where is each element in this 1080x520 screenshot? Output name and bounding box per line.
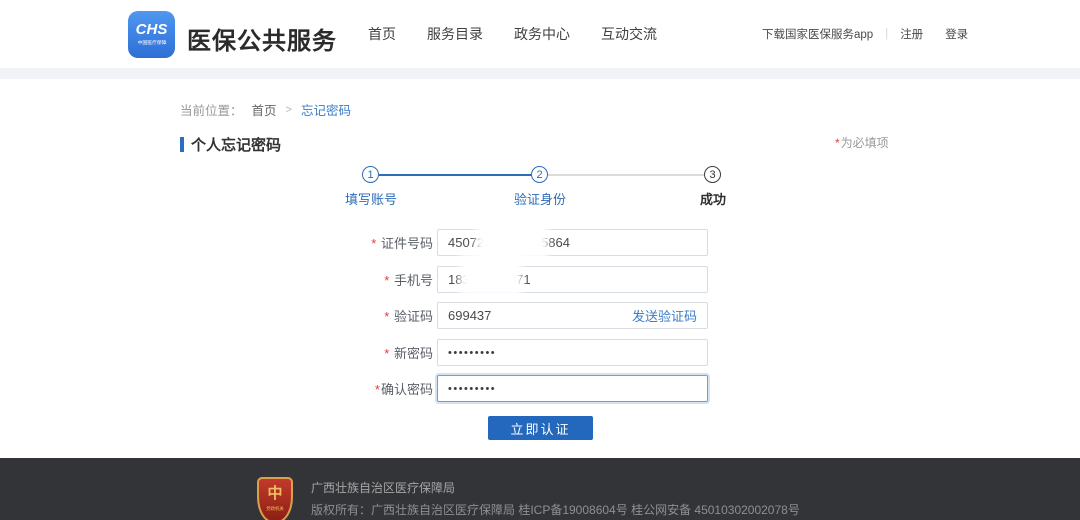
- required-star: *: [384, 309, 389, 324]
- new-password-label: * 新密码: [300, 343, 433, 362]
- required-star: *: [384, 346, 389, 361]
- step-1-circle: 1: [362, 166, 379, 183]
- nav-item-service-catalog[interactable]: 服务目录: [427, 24, 483, 44]
- id-number-input[interactable]: 450721 3145864: [437, 229, 708, 256]
- brand-title: 医保公共服务: [187, 21, 337, 56]
- header: CHS 中国医疗保障 医保公共服务 首页 服务目录 政务中心 互动交流 下载国家…: [0, 0, 1080, 68]
- verify-now-button[interactable]: 立即认证: [488, 416, 593, 440]
- breadcrumb-current: 忘记密码: [301, 100, 351, 119]
- download-app-link[interactable]: 下载国家医保服务app: [762, 26, 873, 42]
- header-links: 下载国家医保服务app | 注册 登录: [762, 0, 968, 68]
- step-connector-done: [379, 174, 532, 176]
- breadcrumb-separator: >: [286, 104, 292, 116]
- verify-code-input[interactable]: 699437 发送验证码: [437, 302, 708, 329]
- link-divider: |: [885, 28, 888, 40]
- chs-logo[interactable]: CHS 中国医疗保障: [128, 11, 175, 58]
- form-row-id-number: * 证件号码 450721 3145864: [300, 229, 708, 256]
- footer: 中 党政机关 广西壮族自治区医疗保障局 版权所有：广西壮族自治区医疗保障局 桂I…: [0, 458, 1080, 520]
- breadcrumb-prefix: 当前位置：: [180, 100, 243, 119]
- step-1-label: 填写账号: [321, 189, 421, 208]
- new-password-mask: •••••••••: [448, 347, 496, 359]
- nav-item-home[interactable]: 首页: [368, 24, 396, 44]
- footer-copyright: 版权所有：广西壮族自治区医疗保障局 桂ICP备19008604号 桂公网安备 4…: [311, 501, 800, 518]
- page-title: 个人忘记密码: [191, 134, 281, 155]
- nav-item-interaction[interactable]: 互动交流: [601, 24, 657, 44]
- logo-text: CHS: [136, 22, 168, 37]
- form-row-phone: * 手机号 183 2371: [300, 266, 708, 293]
- phone-suffix: 2371: [502, 272, 531, 287]
- required-star: *: [375, 382, 380, 397]
- form-row-new-password: * 新密码 •••••••••: [300, 339, 708, 366]
- breadcrumb: 当前位置： 首页 > 忘记密码: [180, 100, 351, 119]
- confirm-password-label: *确认密码: [300, 379, 433, 398]
- send-code-link[interactable]: 发送验证码: [632, 303, 697, 328]
- phone-label: * 手机号: [300, 270, 433, 289]
- page: CHS 中国医疗保障 医保公共服务 首页 服务目录 政务中心 互动交流 下载国家…: [0, 0, 1080, 520]
- step-connector-pending: [548, 174, 705, 176]
- gov-agency-badge-icon[interactable]: 中 党政机关: [257, 477, 293, 520]
- verify-code-value: 699437: [448, 308, 491, 323]
- id-number-label: * 证件号码: [300, 233, 433, 252]
- form-row-verify-code: * 验证码 699437 发送验证码: [300, 302, 708, 329]
- header-separator-band: [0, 68, 1080, 79]
- badge-emblem: 中: [267, 487, 282, 502]
- step-2-label: 验证身份: [490, 189, 590, 208]
- verify-code-label: * 验证码: [300, 306, 433, 325]
- phone-prefix: 183: [448, 272, 470, 287]
- login-link[interactable]: 登录: [945, 26, 968, 42]
- footer-org-name: 广西壮族自治区医疗保障局: [311, 479, 455, 496]
- phone-input[interactable]: 183 2371: [437, 266, 708, 293]
- main-nav: 首页 服务目录 政务中心 互动交流: [368, 0, 657, 68]
- breadcrumb-home[interactable]: 首页: [252, 100, 277, 119]
- id-number-suffix: 3145864: [519, 235, 570, 250]
- confirm-password-mask: •••••••••: [448, 383, 496, 395]
- id-number-prefix: 450721: [448, 235, 491, 250]
- section-title: 个人忘记密码: [180, 134, 281, 155]
- required-star: *: [371, 236, 376, 251]
- badge-label: 党政机关: [266, 505, 284, 511]
- step-3-label: 成功: [663, 189, 763, 208]
- logo-subtext: 中国医疗保障: [137, 41, 166, 46]
- register-link[interactable]: 注册: [900, 26, 923, 42]
- new-password-input[interactable]: •••••••••: [437, 339, 708, 366]
- required-note-star: *: [835, 136, 840, 150]
- required-note: *为必填项: [835, 134, 889, 151]
- title-accent-bar: [180, 137, 184, 152]
- nav-item-gov-center[interactable]: 政务中心: [514, 24, 570, 44]
- step-2-circle: 2: [531, 166, 548, 183]
- required-note-text: 为必填项: [841, 136, 889, 150]
- form-row-confirm-password: *确认密码 •••••••••: [300, 375, 708, 402]
- confirm-password-input[interactable]: •••••••••: [437, 375, 708, 402]
- step-3-circle: 3: [704, 166, 721, 183]
- required-star: *: [384, 273, 389, 288]
